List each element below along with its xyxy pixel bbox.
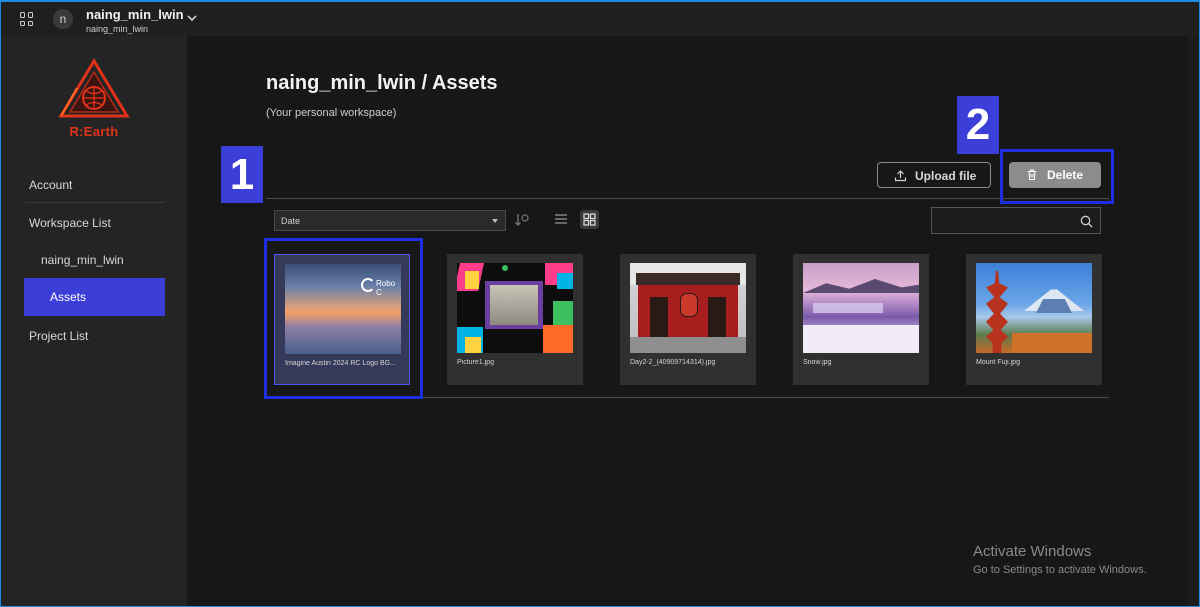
asset-card[interactable]: Robo C Imagine Austin 2024 RC Logo BG... (274, 254, 410, 385)
list-view-icon[interactable] (554, 213, 568, 225)
asset-card[interactable]: Day2-2_(40909714314).jpg (620, 254, 756, 385)
asset-card[interactable]: Mount Fuji.jpg (966, 254, 1102, 385)
search-icon[interactable] (1080, 215, 1093, 228)
workspace-subtitle: naing_min_lwin (86, 24, 149, 34)
annotation-badge-1: 1 (221, 146, 263, 203)
asset-card[interactable]: Picture1.jpg (447, 254, 583, 385)
upload-label: Upload file (915, 169, 977, 183)
sort-order-icon[interactable] (514, 212, 530, 228)
sidebar-item-workspace-list[interactable]: Workspace List (29, 216, 111, 230)
grid-view-icon (583, 213, 596, 226)
workspace-name[interactable]: naing_min_lwin (86, 7, 184, 22)
sidebar-item-workspace[interactable]: naing_min_lwin (41, 253, 124, 267)
asset-name: Snow.jpg (803, 359, 832, 366)
windows-activation-title: Activate Windows (973, 543, 1092, 560)
reearth-logo[interactable]: R:Earth (57, 58, 131, 139)
asset-thumbnail (976, 263, 1092, 353)
logo-text: R:Earth (69, 124, 119, 139)
top-bar: n naing_min_lwin naing_min_lwin (0, 0, 1200, 36)
sidebar-item-assets[interactable]: Assets (24, 278, 165, 316)
scrollbar[interactable] (1188, 36, 1200, 607)
brand-logo-icon (361, 278, 375, 292)
header-divider (266, 198, 1109, 199)
caret-down-icon (492, 219, 498, 223)
asset-thumbnail (630, 263, 746, 353)
asset-name: Mount Fuji.jpg (976, 359, 1020, 366)
page-title: naing_min_lwin / Assets (266, 72, 498, 94)
upload-file-button[interactable]: Upload file (877, 162, 991, 188)
search-input[interactable] (936, 212, 1070, 231)
search-field[interactable] (931, 207, 1101, 234)
trash-icon (1028, 169, 1036, 181)
workspace-avatar[interactable]: n (53, 9, 73, 29)
chevron-down-icon[interactable] (186, 12, 198, 24)
asset-name: Imagine Austin 2024 RC Logo BG... (285, 360, 396, 367)
page-subtitle: (Your personal workspace) (266, 107, 397, 119)
windows-activation-subtitle: Go to Settings to activate Windows. (973, 564, 1147, 576)
sidebar-divider (25, 202, 165, 203)
annotation-badge-2: 2 (957, 96, 999, 154)
sidebar-item-account[interactable]: Account (29, 178, 72, 192)
sidebar-item-project-list[interactable]: Project List (29, 329, 88, 343)
asset-thumbnail: Robo C (285, 264, 401, 354)
asset-name: Day2-2_(40909714314).jpg (630, 359, 716, 366)
asset-thumbnail (457, 263, 573, 353)
asset-name: Picture1.jpg (457, 359, 494, 366)
grid-bottom-divider (266, 397, 1109, 398)
sort-select-value: Date (281, 216, 301, 226)
sidebar-item-label: Assets (50, 290, 87, 304)
grid-view-button[interactable] (580, 210, 599, 229)
apps-grid-icon[interactable] (20, 12, 34, 26)
sort-select[interactable]: Date (274, 210, 506, 231)
delete-button[interactable]: Delete (1009, 162, 1101, 188)
asset-thumbnail (803, 263, 919, 353)
upload-icon (894, 170, 907, 182)
sidebar: R:Earth Account Workspace List naing_min… (1, 36, 187, 607)
logo-mark-icon (58, 58, 130, 118)
thumbnail-overlay-text: Robo C (376, 279, 396, 297)
delete-label: Delete (1047, 168, 1084, 182)
asset-card[interactable]: Snow.jpg (793, 254, 929, 385)
